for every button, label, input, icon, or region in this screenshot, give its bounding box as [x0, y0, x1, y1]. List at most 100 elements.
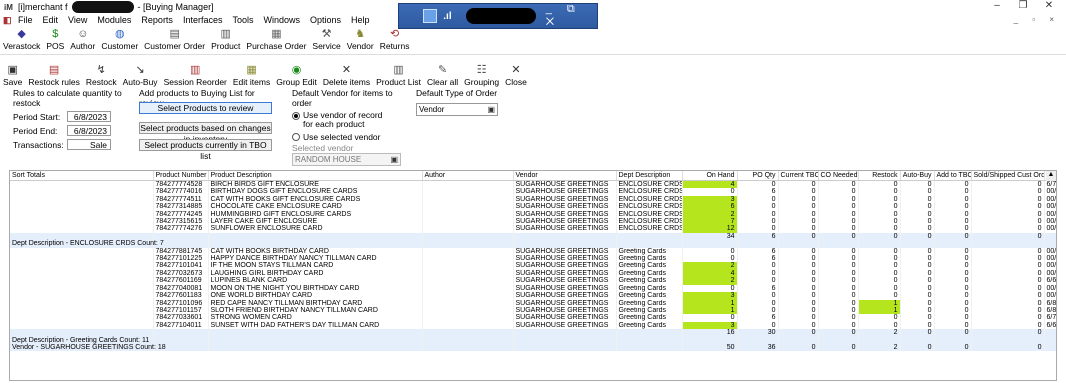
table-row[interactable]: 784277101225 HAPPY DANCE BIRTHDAY NANCY T… — [10, 255, 1056, 263]
menu-file[interactable]: File — [13, 15, 38, 25]
table-row[interactable]: 784277101096 RED CAPE NANCY TILLMAN BIRTH… — [10, 299, 1056, 307]
scroll-up-icon[interactable]: ▲ — [1046, 171, 1056, 181]
grid-cell: 00/00/00 — [1044, 284, 1056, 293]
module-service-button[interactable]: ⚒ Service — [309, 27, 343, 55]
grid-cell: SUGARHOUSE GREETINGS — [513, 210, 617, 219]
buying-session-reorder-button[interactable]: ▥ Session Reorder — [161, 63, 230, 91]
column-header[interactable]: Current TBO — [778, 171, 819, 181]
column-header[interactable]: Restock — [858, 171, 901, 181]
menu-interfaces[interactable]: Interfaces — [178, 15, 228, 25]
redacted-block — [71, 1, 134, 13]
module-customer-button[interactable]: ◍ Customer — [98, 27, 141, 55]
table-row[interactable]: 784277601169 LUPINES BLANK CARD SUGARHOUSE… — [10, 277, 1056, 285]
buying-clear-all-button[interactable]: ✎ Clear all — [424, 63, 461, 91]
selected-vendor-radio[interactable] — [292, 133, 300, 141]
column-header[interactable]: On Hand — [682, 171, 738, 181]
summary-row[interactable]: 34 6 0 0 0 0 0 0 — [10, 232, 1056, 241]
table-row[interactable]: 784277314885 CHOCOLATE CAKE ENCLOSURE CAR… — [10, 203, 1056, 211]
grid-cell: STRONG WOMEN CARD — [208, 314, 423, 322]
lookup-icon[interactable]: ▣ — [487, 105, 495, 114]
menu-edit[interactable]: Edit — [38, 15, 64, 25]
period-end-input[interactable]: 6/8/2023 — [67, 125, 111, 136]
grid-cell: SUNSET WITH DAD FATHER'S DAY TILLMAN CAR… — [208, 321, 423, 330]
column-header[interactable]: Sort Totals — [10, 171, 154, 181]
table-row[interactable]: 784277033601 STRONG WOMEN CARD SUGARHOUSE … — [10, 314, 1056, 322]
buying-restock-button[interactable]: ↯ Restock — [83, 63, 120, 91]
column-header[interactable]: Add to TBO — [934, 171, 972, 181]
mdi-controls[interactable]: _ ▫ × — [1014, 15, 1060, 24]
summary-row[interactable]: Dept Description - Greeting Cards Count:… — [10, 336, 1056, 344]
summary-row[interactable]: 16 30 0 0 2 0 0 0 — [10, 329, 1056, 337]
table-row[interactable]: 784277040081 MOON ON THE NIGHT YOU BIRTHD… — [10, 284, 1056, 293]
module-verastock-button[interactable]: ◆ Verastock — [0, 27, 43, 55]
minimize-button[interactable]: – — [984, 0, 1010, 11]
close-window-button[interactable]: ✕ — [1036, 0, 1062, 11]
column-header[interactable]: Dept Description — [616, 171, 683, 181]
menu-tools[interactable]: Tools — [227, 15, 258, 25]
buying-edit-items-button[interactable]: ▦ Edit items — [230, 63, 273, 91]
vendor-of-record-radio[interactable] — [292, 112, 300, 120]
menu-options[interactable]: Options — [305, 15, 346, 25]
table-row[interactable]: 784277774528 BIRCH BIRDS GIFT ENCLOSURE SU… — [10, 180, 1056, 189]
column-header[interactable]: PO Qty — [737, 171, 779, 181]
table-row[interactable]: 784277774511 CAT WITH BOOKS GIFT ENCLOSUR… — [10, 195, 1056, 204]
summary-row[interactable]: Dept Description - ENCLOSURE CRDS Count:… — [10, 240, 1056, 248]
menu-help[interactable]: Help — [346, 15, 375, 25]
period-start-input[interactable]: 6/8/2023 — [67, 111, 111, 122]
grid-cell: CAT WITH BOOKS GIFT ENCLOSURE CARDS — [208, 195, 423, 204]
selected-vendor-field[interactable]: RANDOM HOUSE ▣ — [292, 153, 401, 166]
table-row[interactable]: 784277774016 BIRTHDAY DOGS GIFT ENCLOSURE… — [10, 188, 1056, 196]
buying-restock-rules-button[interactable]: ▤ Restock rules — [25, 63, 83, 91]
column-header[interactable]: Product Number — [153, 171, 209, 181]
select-changes-button[interactable]: Select products based on changes in inve… — [139, 122, 272, 144]
po-icon: ▦ — [271, 28, 282, 40]
buying-grouping-button[interactable]: ☷ Grouping — [461, 63, 502, 91]
select-tbo-button[interactable]: Select products currently in TBO list — [139, 139, 272, 161]
module-vendor-button[interactable]: ♞ Vendor — [344, 27, 377, 55]
module-author-button[interactable]: ☺ Author — [67, 27, 98, 55]
column-header[interactable]: Product Description — [208, 171, 423, 181]
table-row[interactable]: 784277101041 IF THE MOON STAYS TILLMAN CA… — [10, 262, 1056, 270]
module-product-button[interactable]: ▥ Product — [208, 27, 243, 55]
menu-reports[interactable]: Reports — [136, 15, 178, 25]
order-type-field[interactable]: Vendor ▣ — [416, 103, 498, 116]
grid-cell: 0 — [934, 277, 972, 285]
lookup-icon[interactable]: ▣ — [390, 155, 398, 164]
table-row[interactable]: 784277774276 SUNFLOWER ENCLOSURE CARD SUGA… — [10, 225, 1056, 233]
column-header[interactable]: Author — [422, 171, 514, 181]
column-header[interactable]: Sold/Shipped Cust Order — [971, 171, 1045, 181]
restore-button[interactable]: ❐ — [1010, 0, 1036, 11]
table-row[interactable]: 784277881745 CAT WITH BOOKS BIRTHDAY CARD… — [10, 247, 1056, 256]
column-header[interactable]: Vendor — [513, 171, 617, 181]
module-returns-button[interactable]: ⟲ Returns — [377, 27, 413, 55]
summary-row[interactable]: Vendor - SUGARHOUSE GREETINGS Count: 18 5… — [10, 343, 1056, 352]
module-customer-order-button[interactable]: ▤ Customer Order — [141, 27, 208, 55]
buying-auto-buy-button[interactable]: ↘ Auto-Buy — [120, 63, 161, 91]
buying-group-edit-button[interactable]: ◉ Group Edit — [273, 63, 320, 91]
buying-close-button[interactable]: ✕ Close — [502, 63, 530, 91]
transactions-input[interactable]: Sale — [67, 139, 111, 150]
menu-modules[interactable]: Modules — [92, 15, 136, 25]
table-row[interactable]: 784277601183 ONE WORLD BIRTHDAY CARD SUGAR… — [10, 292, 1056, 300]
select-products-button[interactable]: Select Products to review — [139, 102, 272, 114]
order-type-value: Vendor — [419, 105, 445, 114]
buying-product-list-button[interactable]: ▥ Product List — [373, 63, 424, 91]
grid-cell: 00/00/00 — [1044, 218, 1056, 226]
module-purchase-order-button[interactable]: ▦ Purchase Order — [243, 27, 309, 55]
column-header[interactable]: Auto-Buy — [900, 171, 935, 181]
buying-label: Product List — [376, 77, 421, 87]
module-pos-button[interactable]: $ POS — [43, 27, 67, 55]
grid-cell: 0 — [818, 262, 859, 270]
menu-windows[interactable]: Windows — [258, 15, 305, 25]
buying-save-button[interactable]: ▣ Save — [0, 63, 25, 91]
table-row[interactable]: 784277101157 SLOTH FRIEND BIRTHDAY NANCY … — [10, 306, 1056, 315]
grid-cell: 6/7/2023 — [1044, 180, 1056, 189]
column-header[interactable]: CO Needed — [818, 171, 859, 181]
buying-delete-items-button[interactable]: ✕ Delete items — [320, 63, 373, 91]
table-row[interactable]: 784277774245 HUMMINGBIRD GIFT ENCLOSURE C… — [10, 210, 1056, 219]
menu-view[interactable]: View — [63, 15, 92, 25]
table-row[interactable]: 784277315615 LAYER CAKE GIFT ENCLOSURE SUG… — [10, 218, 1056, 226]
table-row[interactable]: 784277104011 SUNSET WITH DAD FATHER'S DAY… — [10, 321, 1056, 330]
table-row[interactable]: 784277032673 LAUGHING GIRL BIRTHDAY CARD S… — [10, 269, 1056, 278]
grouping-icon: ☷ — [476, 64, 487, 76]
